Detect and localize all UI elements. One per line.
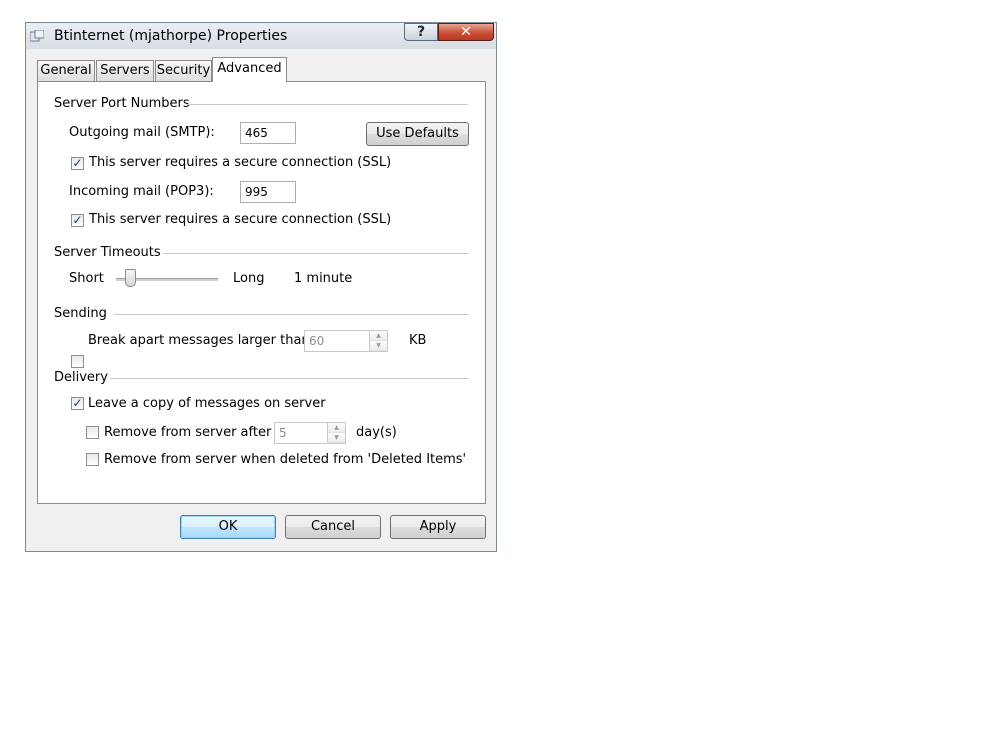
outgoing-mail-label: Outgoing mail (SMTP): <box>69 125 215 140</box>
ok-button[interactable]: OK <box>180 515 276 539</box>
use-defaults-button[interactable]: Use Defaults <box>366 122 469 146</box>
account-icon <box>30 30 44 42</box>
help-button[interactable]: ? <box>404 23 438 41</box>
timeout-slider-thumb[interactable] <box>125 269 137 287</box>
section-divider <box>163 253 468 254</box>
outgoing-port-input[interactable]: 465 <box>240 122 296 144</box>
remove-after-label: Remove from server after <box>104 425 272 440</box>
days-spinner[interactable]: ▲ ▼ <box>327 423 345 443</box>
section-divider <box>110 378 468 379</box>
delivery-heading: Delivery <box>54 370 108 385</box>
break-apart-size-value: 60 <box>309 334 325 348</box>
server-timeouts-heading: Server Timeouts <box>54 245 161 260</box>
spin-up-icon[interactable]: ▲ <box>370 331 387 341</box>
timeout-value-text: 1 minute <box>294 271 353 286</box>
spin-up-icon[interactable]: ▲ <box>328 423 345 433</box>
incoming-mail-label: Incoming mail (POP3): <box>69 184 214 199</box>
leave-copy-checkbox[interactable]: ✓ <box>71 397 84 410</box>
tab-servers[interactable]: Servers <box>96 60 154 81</box>
timeout-long-label: Long <box>233 271 265 286</box>
size-unit-label: KB <box>409 333 427 348</box>
section-divider <box>114 314 468 315</box>
sending-heading: Sending <box>54 306 107 321</box>
leave-copy-label: Leave a copy of messages on server <box>88 396 326 411</box>
break-apart-size-input[interactable]: 60 ▲ ▼ <box>304 330 388 352</box>
tab-advanced[interactable]: Advanced <box>212 57 287 82</box>
advanced-panel: Server Port Numbers Outgoing mail (SMTP)… <box>37 81 486 504</box>
remove-after-days-input[interactable]: 5 ▲ ▼ <box>274 422 346 444</box>
properties-dialog: Btinternet (mjathorpe) Properties ? ✕ Ge… <box>25 22 497 552</box>
break-apart-checkbox[interactable] <box>71 355 84 368</box>
break-apart-label: Break apart messages larger than <box>88 333 310 348</box>
remove-after-checkbox[interactable] <box>86 426 99 439</box>
close-button[interactable]: ✕ <box>438 23 494 41</box>
spin-down-icon[interactable]: ▼ <box>370 341 387 351</box>
days-unit-label: day(s) <box>356 425 397 440</box>
incoming-ssl-checkbox[interactable]: ✓ <box>71 214 84 227</box>
apply-button[interactable]: Apply <box>390 515 486 539</box>
outgoing-ssl-checkbox[interactable]: ✓ <box>71 157 84 170</box>
incoming-port-input[interactable]: 995 <box>240 181 296 203</box>
window-title: Btinternet (mjathorpe) Properties <box>54 28 288 44</box>
incoming-ssl-label: This server requires a secure connection… <box>89 212 392 227</box>
size-spinner[interactable]: ▲ ▼ <box>369 331 387 351</box>
tab-general[interactable]: General <box>37 60 95 81</box>
timeout-short-label: Short <box>69 271 104 286</box>
outgoing-ssl-label: This server requires a secure connection… <box>89 155 392 170</box>
remove-deleted-checkbox[interactable] <box>86 453 99 466</box>
remove-after-days-value: 5 <box>279 426 287 440</box>
server-port-numbers-heading: Server Port Numbers <box>54 96 190 111</box>
section-divider <box>186 104 468 105</box>
spin-down-icon[interactable]: ▼ <box>328 433 345 443</box>
title-bar[interactable]: Btinternet (mjathorpe) Properties ? ✕ <box>26 23 496 49</box>
cancel-button[interactable]: Cancel <box>285 515 381 539</box>
remove-deleted-label: Remove from server when deleted from 'De… <box>104 452 467 467</box>
tab-security[interactable]: Security <box>155 60 212 81</box>
